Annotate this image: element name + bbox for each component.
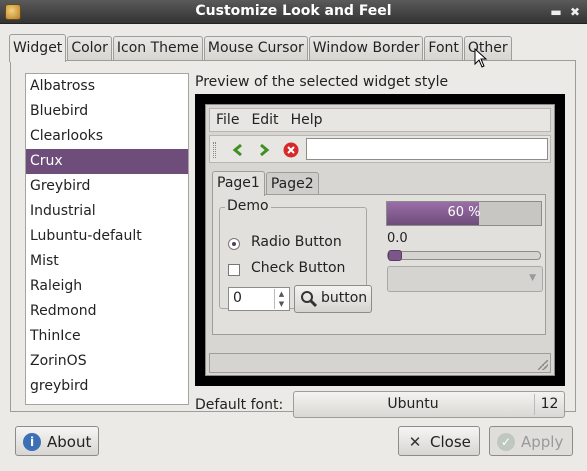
list-item[interactable]: ThinIce bbox=[26, 324, 188, 349]
magnifier-icon bbox=[300, 290, 318, 312]
radio-label[interactable]: Radio Button bbox=[251, 234, 342, 250]
about-label: About bbox=[47, 433, 92, 451]
font-name: Ubuntu bbox=[387, 396, 439, 412]
list-item[interactable]: greybird bbox=[26, 374, 188, 399]
list-item[interactable]: Raleigh bbox=[26, 274, 188, 299]
combo-box[interactable]: ▼ bbox=[387, 266, 543, 292]
list-item[interactable]: Albatross bbox=[26, 74, 188, 99]
check-icon: ✓ bbox=[497, 433, 515, 451]
arrow-left-icon[interactable] bbox=[230, 142, 246, 158]
preview-window: File Edit Help Page1 Page2 Demo Radio Bu… bbox=[205, 104, 555, 376]
list-item[interactable]: ZorinOS bbox=[26, 349, 188, 374]
stop-icon[interactable] bbox=[283, 142, 299, 158]
preview-page: Demo Radio Button Check Button 0 ▲ ▼ butt… bbox=[212, 194, 546, 335]
info-icon: i bbox=[23, 433, 41, 451]
about-button[interactable]: i About bbox=[15, 426, 99, 456]
list-item[interactable]: Mist bbox=[26, 249, 188, 274]
tab-widget[interactable]: Widget bbox=[9, 34, 67, 62]
preview-tabs: Page1 Page2 bbox=[212, 171, 320, 196]
close-label: Close bbox=[430, 433, 471, 451]
preview-toolbar bbox=[209, 135, 551, 163]
toolbar-grip-icon[interactable] bbox=[213, 142, 216, 158]
preview-frame: File Edit Help Page1 Page2 Demo Radio Bu… bbox=[195, 94, 565, 386]
menu-help[interactable]: Help bbox=[285, 112, 329, 128]
tab-page2[interactable]: Page2 bbox=[265, 172, 319, 195]
arrow-right-icon[interactable] bbox=[256, 142, 272, 158]
apply-label: Apply bbox=[521, 433, 564, 451]
resize-grip-icon[interactable] bbox=[538, 360, 548, 370]
progress-text: 60 % bbox=[447, 205, 481, 220]
search-button[interactable]: button bbox=[294, 285, 372, 313]
tab-color[interactable]: Color bbox=[67, 36, 112, 61]
list-item[interactable]: Bluebird bbox=[26, 99, 188, 124]
main-tabs: Widget Color Icon Theme Mouse Cursor Win… bbox=[9, 34, 513, 62]
check-button[interactable] bbox=[228, 264, 240, 276]
radio-button[interactable] bbox=[228, 238, 240, 250]
preview-label: Preview of the selected widget style bbox=[195, 74, 449, 90]
widget-page: Albatross Bluebird Clearlooks Crux Greyb… bbox=[10, 60, 576, 418]
progress-bar: 60 % bbox=[386, 201, 542, 226]
window-title: Customize Look and Feel bbox=[195, 3, 392, 19]
font-button[interactable]: Ubuntu 12 bbox=[293, 391, 565, 418]
tab-window-border[interactable]: Window Border bbox=[308, 36, 424, 61]
close-x-icon: ✕ bbox=[408, 433, 422, 451]
spin-button[interactable]: 0 ▲ ▼ bbox=[228, 287, 290, 311]
check-label[interactable]: Check Button bbox=[251, 260, 345, 276]
list-item[interactable]: Lubuntu-default bbox=[26, 224, 188, 249]
status-bar bbox=[209, 353, 551, 373]
close-button[interactable]: ✕ Close bbox=[398, 426, 480, 456]
spin-value[interactable]: 0 bbox=[233, 290, 242, 306]
font-label: Default font: bbox=[195, 397, 284, 413]
slider-knob[interactable] bbox=[388, 250, 402, 261]
title-bar: Customize Look and Feel ▬ ✖ bbox=[0, 0, 587, 24]
tab-page1[interactable]: Page1 bbox=[212, 171, 265, 196]
scale-value: 0.0 bbox=[387, 231, 408, 246]
tab-icon-theme[interactable]: Icon Theme bbox=[112, 36, 203, 61]
list-item[interactable]: Greybird bbox=[26, 174, 188, 199]
spin-arrows-icon[interactable]: ▲ ▼ bbox=[274, 289, 288, 309]
tab-font[interactable]: Font bbox=[424, 36, 463, 61]
list-item[interactable]: Redmond bbox=[26, 299, 188, 324]
search-button-label: button bbox=[321, 290, 368, 306]
chevron-down-icon: ▼ bbox=[529, 273, 536, 283]
preview-menubar: File Edit Help bbox=[209, 108, 551, 132]
toolbar-entry[interactable] bbox=[306, 138, 548, 160]
apply-button[interactable]: ✓ Apply bbox=[489, 426, 573, 456]
mouse-pointer-icon bbox=[474, 47, 488, 72]
list-item-selected[interactable]: Crux bbox=[26, 149, 188, 174]
list-item[interactable]: Clearlooks bbox=[26, 124, 188, 149]
main-window: Widget Color Icon Theme Mouse Cursor Win… bbox=[0, 24, 587, 471]
menu-file[interactable]: File bbox=[210, 112, 245, 128]
demo-legend: Demo bbox=[225, 198, 271, 214]
menu-edit[interactable]: Edit bbox=[245, 112, 284, 128]
window-close-icon[interactable]: ✖ bbox=[568, 5, 582, 19]
font-size: 12 bbox=[534, 394, 564, 415]
list-item[interactable]: Industrial bbox=[26, 199, 188, 224]
slider-track[interactable] bbox=[387, 251, 541, 260]
theme-list[interactable]: Albatross Bluebird Clearlooks Crux Greyb… bbox=[25, 73, 189, 405]
tab-mouse-cursor[interactable]: Mouse Cursor bbox=[203, 36, 308, 61]
minimize-icon[interactable]: ▬ bbox=[549, 5, 563, 19]
